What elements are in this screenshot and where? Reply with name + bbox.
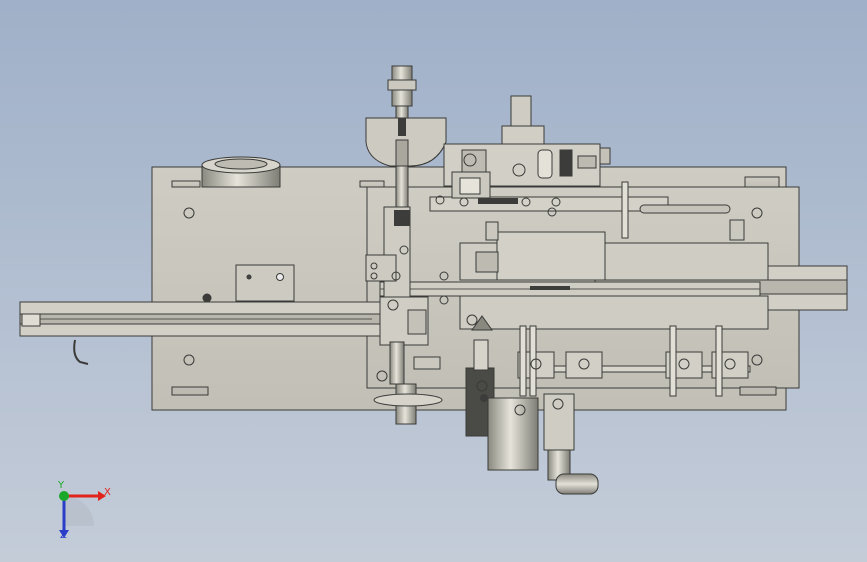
triad-x-label: X bbox=[104, 487, 111, 498]
cad-graphics-viewport[interactable]: X Y Z bbox=[0, 0, 867, 562]
triad-y-label: Y bbox=[58, 480, 65, 491]
triad-z-label: Z bbox=[60, 530, 67, 541]
assembly-model[interactable] bbox=[0, 0, 867, 562]
